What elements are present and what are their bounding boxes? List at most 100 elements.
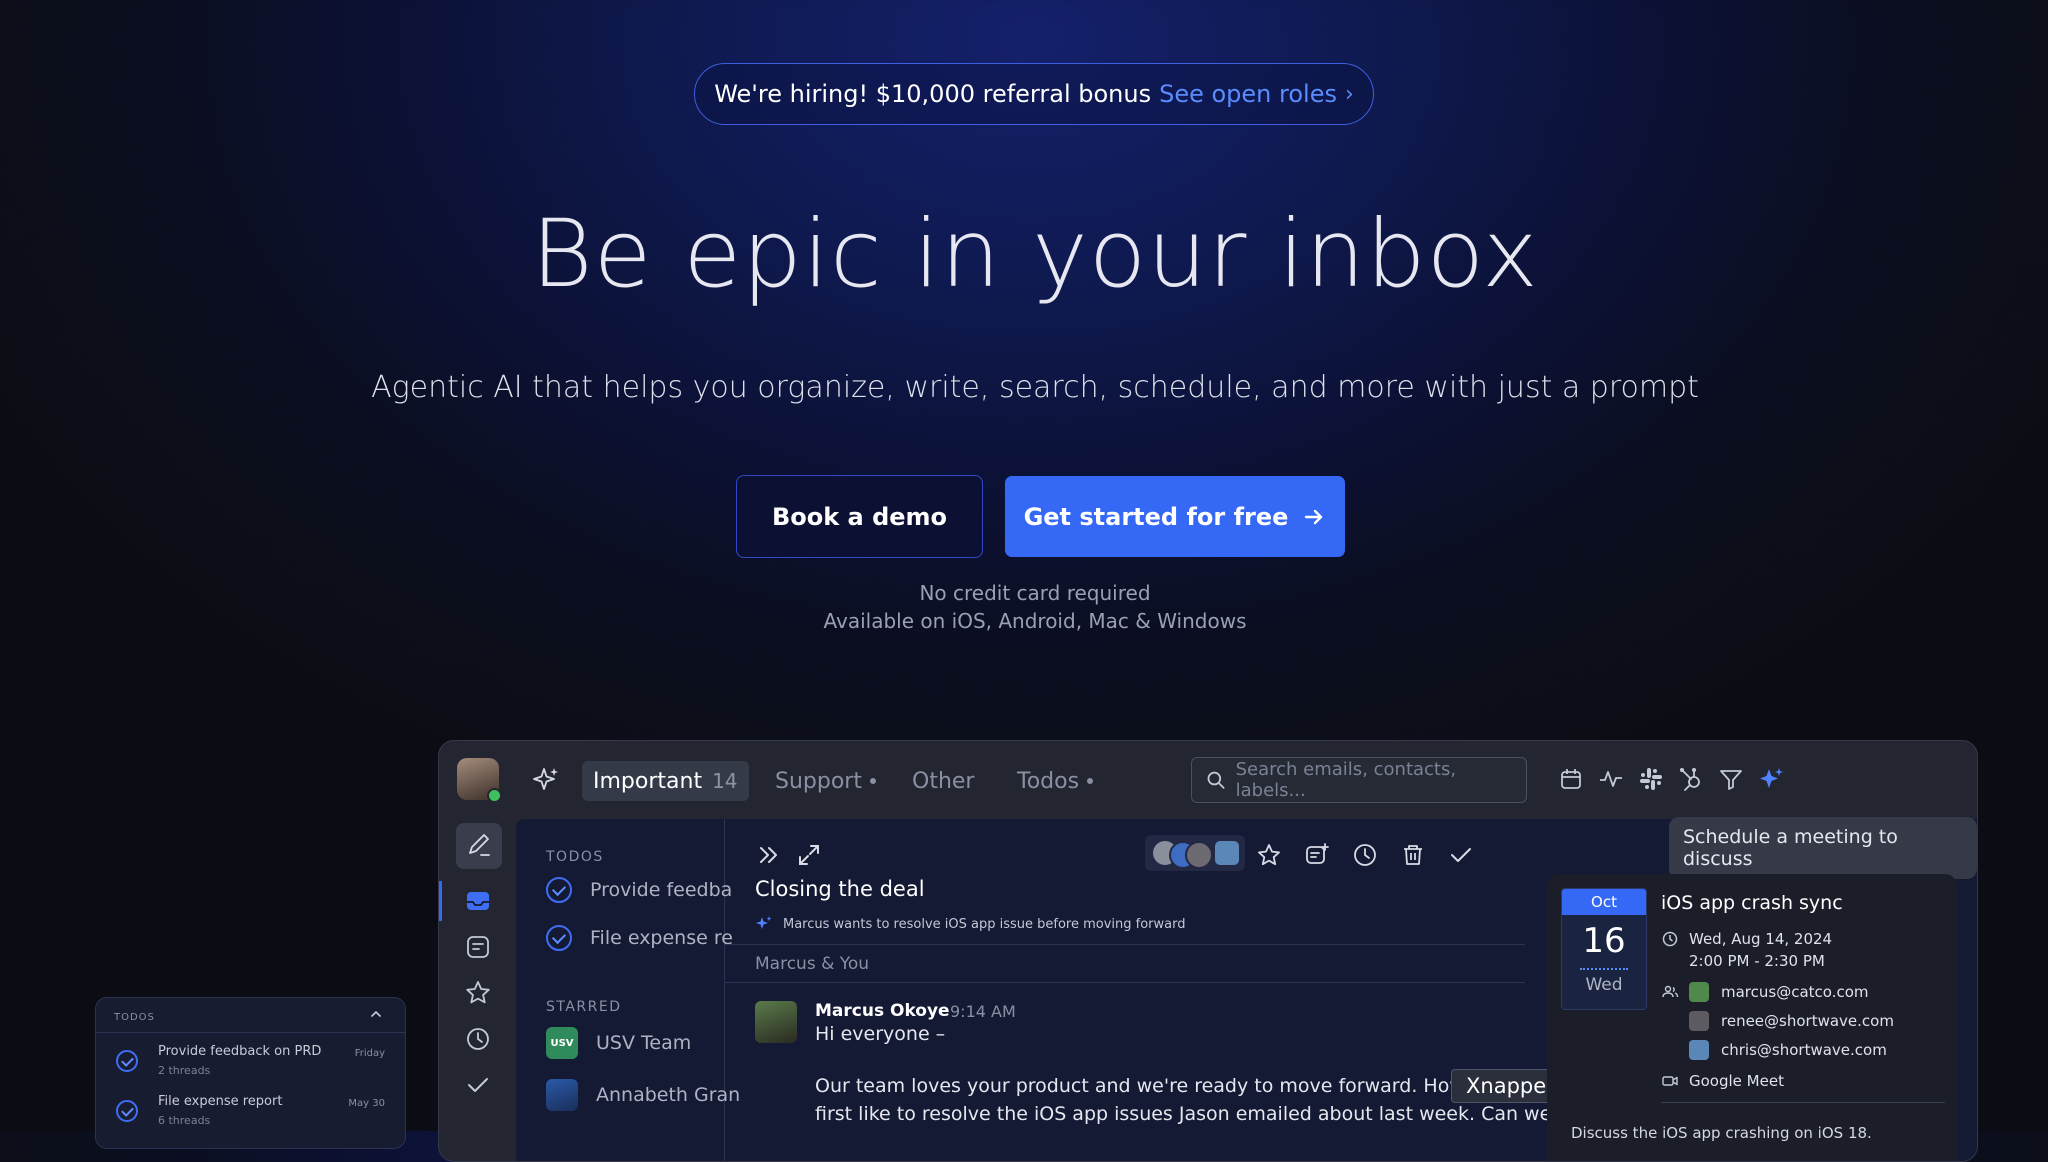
slack-icon[interactable] (1637, 765, 1665, 793)
hero-headline: Be epic in your inbox (531, 200, 1539, 309)
todo-widget[interactable]: TODOS Provide feedback on PRD 2 threads … (95, 997, 406, 1149)
divider (725, 944, 1525, 945)
tab-count: 14 (712, 769, 738, 793)
guest-email: marcus@catco.com (1721, 983, 1869, 1001)
open-roles-link[interactable]: See open roles (1159, 80, 1337, 108)
guest-email: chris@shortwave.com (1721, 1041, 1887, 1059)
chevron-right-icon: › (1344, 81, 1354, 107)
done-check-icon[interactable] (546, 877, 572, 903)
filter-icon[interactable] (1717, 765, 1745, 793)
snooze-clock-icon[interactable] (1351, 841, 1379, 869)
email-greeting: Hi everyone – (815, 1023, 946, 1045)
list-item[interactable]: File expense re (546, 925, 733, 951)
tab-important[interactable]: Important 14 (582, 761, 749, 801)
divider (725, 982, 1525, 983)
list-item[interactable]: Annabeth Gran (546, 1079, 740, 1111)
ai-sparkle-icon[interactable] (1757, 765, 1785, 793)
todo-title[interactable]: Provide feedback on PRD (158, 1044, 321, 1059)
event-time: 2:00 PM - 2:30 PM (1689, 952, 1825, 970)
thread-list: TODOS Provide feedba File expense re STA… (516, 819, 740, 1161)
list-item-label: File expense re (590, 927, 733, 949)
calendar-date-tile: Oct 16 Wed (1561, 888, 1647, 1010)
tab-label: Todos (1017, 768, 1080, 794)
hiring-banner[interactable]: We're hiring! $10,000 referral bonus See… (694, 63, 1374, 125)
tab-other[interactable]: Other (912, 761, 974, 801)
done-check-icon[interactable] (116, 1050, 138, 1072)
check-icon[interactable] (463, 1070, 493, 1100)
get-started-label: Get started for free (1023, 502, 1289, 531)
search-icon (1207, 771, 1225, 789)
thread-participants: Marcus & You (755, 954, 870, 974)
todo-title[interactable]: File expense report (158, 1094, 282, 1109)
trash-icon[interactable] (1399, 841, 1427, 869)
todo-thread-count: 2 threads (158, 1064, 211, 1077)
email-body-line: first like to resolve the iOS app issues… (815, 1103, 1552, 1125)
avatar (1185, 841, 1213, 869)
email-view: Closing the deal Marcus wants to resolve… (725, 819, 1551, 1161)
sender-avatar (755, 1001, 797, 1043)
unread-dot (869, 778, 876, 784)
event-card[interactable]: Oct 16 Wed iOS app crash sync Wed, Aug 1… (1547, 874, 1957, 1161)
todo-thread-count: 6 threads (158, 1114, 211, 1127)
clock-icon[interactable] (463, 1024, 493, 1054)
sender-name: Marcus Okoye (815, 1001, 950, 1021)
todos-section-header: TODOS (546, 849, 604, 865)
event-title: iOS app crash sync (1661, 892, 1843, 914)
inbox-icon[interactable] (463, 886, 493, 916)
tab-todos[interactable]: Todos (1017, 761, 1094, 801)
user-avatar[interactable] (457, 758, 502, 803)
guest-row: chris@shortwave.com (1689, 1040, 1887, 1060)
hubspot-icon[interactable] (1677, 765, 1705, 793)
search-input[interactable]: Search emails, contacts, labels... (1191, 757, 1527, 803)
location-label: Google Meet (1689, 1072, 1784, 1090)
chevron-up-icon[interactable] (368, 1006, 384, 1022)
calendar-weekday: Wed (1585, 975, 1623, 995)
done-check-icon[interactable] (1447, 841, 1475, 869)
list-item[interactable]: Provide feedba (546, 877, 732, 903)
todo-date: Friday (354, 1048, 385, 1059)
search-placeholder: Search emails, contacts, labels... (1235, 759, 1457, 801)
book-demo-button[interactable]: Book a demo (736, 475, 983, 558)
people-icon (1662, 985, 1679, 998)
get-started-button[interactable]: Get started for free (1005, 476, 1345, 557)
hiring-text: We're hiring! $10,000 referral bonus (714, 80, 1152, 108)
event-date: Wed, Aug 14, 2024 (1689, 930, 1833, 948)
platforms-note: Available on iOS, Android, Mac & Windows (823, 609, 1247, 633)
tab-label: Support (775, 768, 862, 794)
star-icon[interactable] (1255, 841, 1283, 869)
done-check-icon[interactable] (546, 925, 572, 951)
ai-prompt-chip[interactable]: Schedule a meeting to discuss (1669, 817, 1977, 879)
guest-row: renee@shortwave.com (1689, 1011, 1894, 1031)
app-window: Important 14 Support Other Todos Search … (438, 740, 1978, 1162)
ai-summary-text: Marcus wants to resolve iOS app issue be… (783, 916, 1186, 932)
sparkle-icon[interactable] (531, 765, 561, 795)
email-body-line: Our team loves your product and we're re… (815, 1075, 1465, 1097)
avatar (1215, 841, 1239, 865)
avatar (1689, 1011, 1709, 1031)
add-todo-icon[interactable] (1303, 841, 1331, 869)
email-subject: Closing the deal (755, 877, 925, 901)
list-item[interactable]: USV USV Team (546, 1027, 691, 1059)
usv-badge: USV (546, 1027, 578, 1059)
compose-button[interactable] (456, 823, 502, 869)
clock-icon (1662, 931, 1678, 947)
sparkle-icon (756, 916, 772, 929)
activity-icon[interactable] (1597, 765, 1625, 793)
expand-icon[interactable] (795, 841, 823, 869)
divider (96, 1032, 405, 1033)
collapse-icon[interactable] (755, 841, 783, 869)
pencil-icon (469, 834, 490, 856)
tab-label: Important (593, 768, 703, 794)
no-credit-card-note: No credit card required (919, 581, 1151, 605)
calendar-icon[interactable] (1557, 765, 1585, 793)
star-icon[interactable] (463, 978, 493, 1008)
starred-section-header: STARRED (546, 999, 622, 1015)
avatar (1689, 1040, 1709, 1060)
participants-avatars[interactable] (1145, 835, 1245, 871)
notes-icon[interactable] (463, 932, 493, 962)
divider (1661, 1102, 1945, 1103)
done-check-icon[interactable] (116, 1100, 138, 1122)
calendar-day: 16 (1582, 921, 1626, 961)
tab-support[interactable]: Support (775, 761, 876, 801)
unread-dot (1087, 778, 1094, 784)
